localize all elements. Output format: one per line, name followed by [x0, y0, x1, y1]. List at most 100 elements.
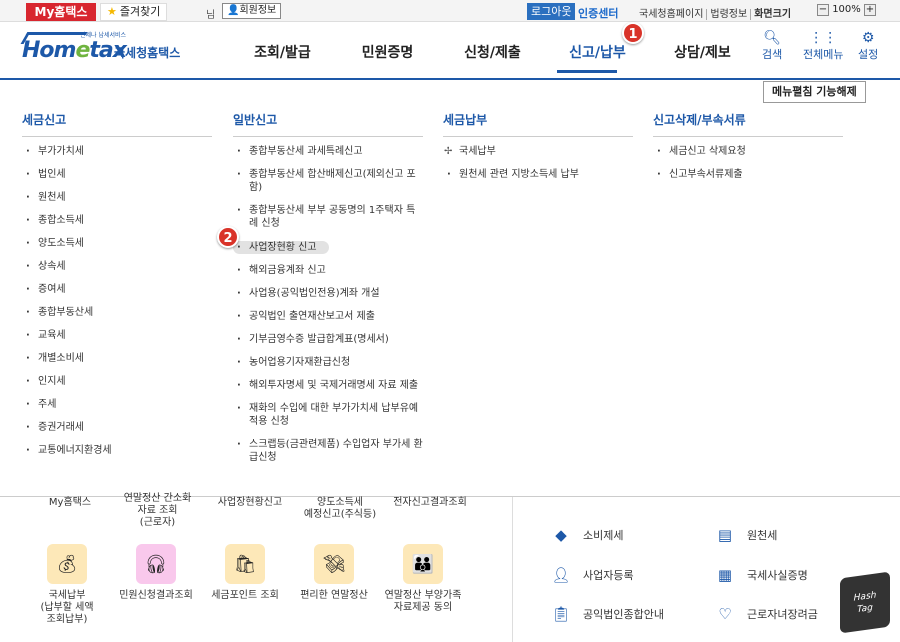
menu-item[interactable]: 신고부속서류제출 [653, 168, 843, 181]
menu-item[interactable]: 해외투자명세 및 국제거래명세 자료 제출 [233, 379, 423, 392]
menu-item[interactable]: 교통에너지환경세 [22, 444, 212, 457]
service-label-cut: 전자신고결과조회 [393, 497, 467, 508]
nav-civil-certificate[interactable]: 민원증명 [335, 42, 440, 62]
member-info-label: 회원정보 [239, 5, 277, 16]
menu-item[interactable]: 원천세 [22, 191, 212, 204]
hometax-logo[interactable]: 언제나 납세서비스 Hometax 국세청홈택스 [20, 28, 192, 68]
star-icon: ★ [107, 5, 117, 18]
link-withholding-tax[interactable]: ▤ 원천세 [715, 525, 777, 545]
nav-apply-submit[interactable]: 신청/제출 [440, 42, 545, 62]
person-icon: 👤︎ [551, 566, 571, 584]
screen-size-label: 화면크기 [750, 9, 795, 20]
menu-item[interactable]: 인지세 [22, 375, 212, 388]
zoom-value: 100% [832, 4, 861, 15]
col-title: 세금신고 [22, 111, 212, 137]
headset-icon: 🎧︎ [136, 544, 176, 584]
menu-item[interactable]: 사업용(공익법인전용)계좌 개설 [233, 287, 423, 300]
menu-item[interactable]: 교육세 [22, 329, 212, 342]
menu-expand-off-button[interactable]: 메뉴펼침 기능해제 [763, 81, 866, 103]
service-national-tax-payment[interactable]: 💰︎ 국세납부 (납부할 세액 조회납부) [22, 544, 112, 626]
service-tax-point[interactable]: 🛍︎ 세금포인트 조회 [200, 544, 290, 602]
law-info-link[interactable]: 법령정보 [706, 9, 751, 20]
menu-col-tax-payment: 세금납부 국세납부 원천세 관련 지방소득세 납부 [443, 111, 633, 191]
member-info-button[interactable]: 👤회원정보 [222, 3, 282, 19]
link-earned-income-incentive[interactable]: ♡ 근로자녀장려금 [715, 604, 818, 624]
service-label-cut: 연말정산 간소화 자료 조회 (근로자) [123, 493, 192, 528]
menu-item[interactable]: 주세 [22, 398, 212, 411]
all-menu-button[interactable]: ⋮⋮ 전체메뉴 [803, 30, 843, 62]
settings-button[interactable]: ⚙ 설정 [858, 30, 878, 62]
money-bag-icon: 💸︎ [314, 544, 354, 584]
menu-item[interactable]: 종합부동산세 [22, 306, 212, 319]
nav-consult-report[interactable]: 상담/제보 [650, 42, 755, 62]
menu-item[interactable]: 세금신고 삭제요청 [653, 145, 843, 158]
menu-item[interactable]: 부가가치세 [22, 145, 212, 158]
link-public-corp-guide[interactable]: 📋︎ 공익법인종합안내 [551, 604, 664, 624]
top-links: 국세청홈페이지 법령정보 화면크기 [636, 5, 795, 20]
menu-item[interactable]: 해외금융계좌 신고 [233, 264, 423, 277]
col-title: 일반신고 [233, 111, 423, 137]
logout-button[interactable]: 로그아웃 [527, 3, 576, 20]
link-business-registration[interactable]: 👤︎ 사업자등록 [551, 565, 633, 585]
clipboard-icon: 📋︎ [551, 605, 571, 623]
search-button[interactable]: 🔍︎ 검색 [762, 30, 782, 62]
service-label-cut: 사업장현황신고 [217, 497, 283, 508]
menu-item[interactable]: 기부금영수증 발급합계표(명세서) [233, 333, 423, 346]
point-bag-icon: 🛍︎ [225, 544, 265, 584]
logo-wordmark: Hometax [22, 38, 127, 63]
zoom-in-button[interactable]: + [863, 4, 876, 16]
cert-center-link[interactable]: 인증센터 [578, 5, 618, 21]
heart-icon: ♡ [718, 605, 732, 623]
document-icon: ▤ [717, 526, 733, 544]
link-consumption-tax[interactable]: ◆ 소비제세 [551, 525, 623, 545]
menu-item[interactable]: 양도소득세 [22, 237, 212, 250]
menu-item[interactable]: 원천세 관련 지방소득세 납부 [443, 168, 633, 181]
service-label-cut: My홈택스 [48, 497, 92, 508]
mega-menu: 메뉴펼침 기능해제 세금신고 부가가치세 법인세 원천세 종합소득세 양도소득세… [0, 81, 900, 497]
service-dependent-consent[interactable]: 👪︎ 연말정산 부양가족 자료제공 동의 [378, 544, 468, 614]
menu-item[interactable]: 증여세 [22, 283, 212, 296]
nav-inquiry-issue[interactable]: 조회/발급 [230, 42, 335, 62]
menu-col-delete-attachments: 신고삭제/부속서류 세금신고 삭제요청 신고부속서류제출 [653, 111, 843, 191]
menu-item[interactable]: 종합부동산세 합산배제신고(제외신고 포함) [233, 168, 423, 194]
coin-bag-icon: 💰︎ [47, 544, 87, 584]
menu-item-business-status-report[interactable]: 사업장현황 신고 [233, 241, 329, 254]
menu-item[interactable]: 개별소비세 [22, 352, 212, 365]
nav-active-indicator [557, 70, 617, 73]
menu-item[interactable]: 스크랩등(금관련제품) 수입업자 부가세 환급신청 [233, 438, 423, 464]
menu-item[interactable]: 상속세 [22, 260, 212, 273]
menu-item[interactable]: 농어업용기자재환급신청 [233, 356, 423, 369]
menu-item[interactable]: 종합부동산세 부부 공동명의 1주택자 특례 신청 [233, 204, 423, 230]
menu-item[interactable]: 종합부동산세 과세특례신고 [233, 145, 423, 158]
menu-item-national-tax-payment[interactable]: 국세납부 [443, 145, 633, 158]
col-title: 신고삭제/부속서류 [653, 111, 843, 137]
service-civil-result[interactable]: 🎧︎ 민원신청결과조회 [111, 544, 201, 602]
step-badge-1: 1 [622, 22, 644, 44]
top-utility-bar: My홈택스 ★ 즐겨찾기 님 👤회원정보 로그아웃 인증센터 국세청홈페이지 법령정… [0, 0, 900, 22]
global-nav: 조회/발급 민원증명 신청/제출 신고/납부 상담/제보 [230, 42, 755, 62]
zoom-control: − 100% + [817, 4, 876, 16]
menu-item[interactable]: 법인세 [22, 168, 212, 181]
menu-item[interactable]: 재화의 수입에 대한 부가가치세 납부유예 적용 신청 [233, 402, 423, 428]
grid-icon: ⋮⋮ [809, 30, 838, 46]
service-year-end[interactable]: 💸︎ 편리한 연말정산 [289, 544, 379, 602]
diamond-icon: ◆ [555, 526, 567, 544]
my-hometax-button[interactable]: My홈택스 [26, 3, 96, 21]
menu-item[interactable]: 공익법인 출연재산보고서 제출 [233, 310, 423, 323]
logo-korean: 국세청홈택스 [114, 46, 181, 60]
gear-icon: ⚙ [861, 30, 875, 46]
search-icon: 🔍︎ [763, 30, 782, 46]
main-header: 언제나 납세서비스 Hometax 국세청홈택스 조회/발급 민원증명 신청/제… [0, 22, 900, 80]
menu-col-tax-report: 세금신고 부가가치세 법인세 원천세 종합소득세 양도소득세 상속세 증여세 종… [22, 111, 212, 467]
step-badge-2: 2 [217, 226, 239, 248]
family-bag-icon: 👪︎ [403, 544, 443, 584]
nts-homepage-link[interactable]: 국세청홈페이지 [636, 9, 706, 20]
certificate-icon: ▦ [717, 566, 733, 584]
favorites-button[interactable]: ★ 즐겨찾기 [100, 3, 168, 21]
menu-item[interactable]: 종합소득세 [22, 214, 212, 227]
menu-item[interactable]: 증권거래세 [22, 421, 212, 434]
col-title: 세금납부 [443, 111, 633, 137]
zoom-out-button[interactable]: − [817, 4, 829, 16]
link-tax-fact-certificate[interactable]: ▦ 국세사실증명 [715, 565, 808, 585]
hashtag-watermark: Hash Tag [840, 571, 890, 634]
